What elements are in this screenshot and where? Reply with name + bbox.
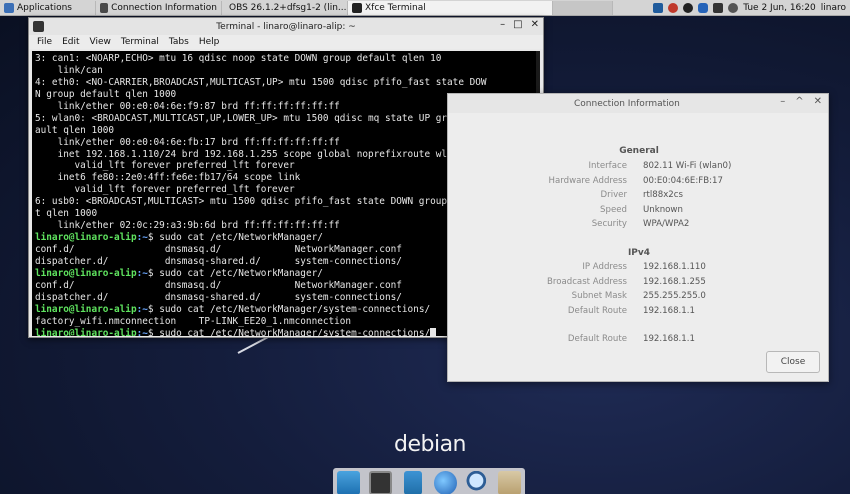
menu-help[interactable]: Help (199, 37, 220, 47)
workspace-switcher[interactable] (553, 0, 613, 15)
terminal-line: link/can (35, 64, 103, 76)
globe-icon[interactable] (433, 471, 457, 494)
signal-bars-icon[interactable] (653, 2, 664, 13)
prompt-user: linaro@linaro-alip (35, 303, 137, 315)
field-value: 00:E0:04:6E:FB:17 (643, 176, 723, 186)
dialog-titlebar[interactable]: Connection Information – ^ ✕ (448, 94, 828, 113)
minimize-icon[interactable]: – (500, 19, 505, 30)
field-label: Broadcast Address (546, 277, 627, 287)
search-icon[interactable] (465, 471, 489, 494)
volume-icon[interactable] (713, 2, 724, 13)
applications-label: Applications (17, 2, 72, 13)
task-connection-information[interactable]: Connection Information (96, 0, 222, 15)
maximize-icon[interactable]: □ (513, 19, 522, 30)
files-icon[interactable] (404, 471, 422, 494)
prompt-path: :~ (136, 303, 148, 315)
connection-information-dialog: Connection Information – ^ ✕ General IPv… (447, 93, 829, 382)
field-label: Subnet Mask (571, 291, 627, 301)
xfce-menu-icon (4, 2, 14, 13)
close-button[interactable]: Close (766, 351, 820, 373)
bluetooth-icon[interactable] (698, 2, 709, 13)
terminal-titlebar[interactable]: Terminal - linaro@linaro-alip: ~ – □ ✕ (29, 18, 543, 35)
task-label: Xfce Terminal (365, 2, 426, 13)
field-label: Default Route (567, 306, 627, 316)
field-value: 255.255.255.0 (643, 291, 706, 301)
desktop-icon[interactable] (337, 471, 361, 494)
obs-tray-icon[interactable] (683, 2, 694, 13)
dialog-title: Connection Information (574, 98, 680, 109)
prompt-path: :~ (136, 267, 148, 279)
clock[interactable]: Tue 2 Jun, 16:20 (743, 3, 816, 13)
connection-details: General IPv4 Interface 802.11 Wi-Fi (wlan… (458, 116, 820, 348)
field-label: Default Route (567, 334, 627, 344)
field-value: 192.168.1.110 (643, 262, 706, 272)
close-icon[interactable]: ✕ (814, 96, 822, 107)
field-label: Driver (600, 190, 627, 200)
power-icon[interactable] (728, 2, 739, 13)
task-obs[interactable]: OBS 26.1.2+dfsg1-2 (lin... (222, 0, 348, 15)
field-value: 802.11 Wi-Fi (wlan0) (643, 161, 732, 171)
menu-file[interactable]: File (37, 37, 52, 47)
terminal-icon[interactable] (369, 471, 393, 494)
terminal-icon (352, 2, 362, 13)
prompt-user: linaro@linaro-alip (35, 327, 137, 336)
top-panel: Applications Connection Information OBS … (0, 0, 850, 16)
prompt-path: :~ (136, 232, 148, 244)
menu-edit[interactable]: Edit (62, 37, 79, 47)
field-label: IP Address (582, 262, 627, 272)
menu-view[interactable]: View (90, 37, 111, 47)
user-menu[interactable]: linaro (821, 3, 846, 13)
minimize-icon[interactable]: – (780, 96, 785, 107)
field-value: Unknown (643, 205, 683, 215)
command-text: $ sudo cat /etc/NetworkManager/system-co… (147, 303, 431, 315)
close-icon[interactable]: ✕ (531, 19, 539, 30)
text-cursor (430, 328, 437, 336)
command-text: $ sudo cat /etc/NetworkManager/ (147, 232, 323, 244)
field-value: 192.168.1.1 (643, 334, 695, 344)
prompt-path: :~ (136, 327, 148, 336)
network-icon (100, 2, 109, 13)
terminal-line: 4: eth0: <NO-CARRIER,BROADCAST,MULTICAST… (35, 76, 487, 88)
debian-logo: debian (394, 432, 467, 457)
field-label: Hardware Address (548, 176, 627, 186)
terminal-line: 3: can1: <NOARP,ECHO> mtu 16 qdisc noop … (35, 53, 442, 64)
folder-icon[interactable] (497, 471, 522, 494)
menu-terminal[interactable]: Terminal (121, 37, 159, 47)
field-value: 192.168.1.1 (643, 306, 695, 316)
field-value: 192.168.1.255 (643, 277, 706, 287)
field-label: Interface (588, 161, 627, 171)
command-text: $ sudo cat /etc/NetworkManager/system-co… (147, 327, 431, 336)
field-label: Speed (600, 205, 627, 215)
terminal-app-icon (33, 21, 44, 32)
terminal-title: Terminal - linaro@linaro-alip: ~ (216, 21, 356, 32)
system-tray: Tue 2 Jun, 16:20 linaro (653, 2, 850, 13)
task-xfce-terminal[interactable]: Xfce Terminal (348, 0, 553, 15)
task-label: Connection Information (111, 2, 217, 13)
prompt-user: linaro@linaro-alip (35, 267, 137, 279)
task-label: OBS 26.1.2+dfsg1-2 (lin... (229, 2, 347, 13)
dock (333, 468, 525, 494)
general-heading: General (619, 146, 659, 156)
field-value: rtl88x2cs (643, 190, 683, 200)
ipv4-heading: IPv4 (627, 248, 651, 258)
applications-menu-button[interactable]: Applications (0, 0, 96, 15)
prompt-user: linaro@linaro-alip (35, 232, 137, 244)
field-label: Security (591, 219, 627, 229)
menu-tabs[interactable]: Tabs (169, 37, 189, 47)
terminal-menubar: File Edit View Terminal Tabs Help (29, 35, 543, 49)
command-text: $ sudo cat /etc/NetworkManager/ (147, 267, 323, 279)
field-value: WPA/WPA2 (643, 219, 690, 229)
maximize-icon[interactable]: ^ (795, 96, 803, 107)
record-icon[interactable] (668, 2, 679, 13)
